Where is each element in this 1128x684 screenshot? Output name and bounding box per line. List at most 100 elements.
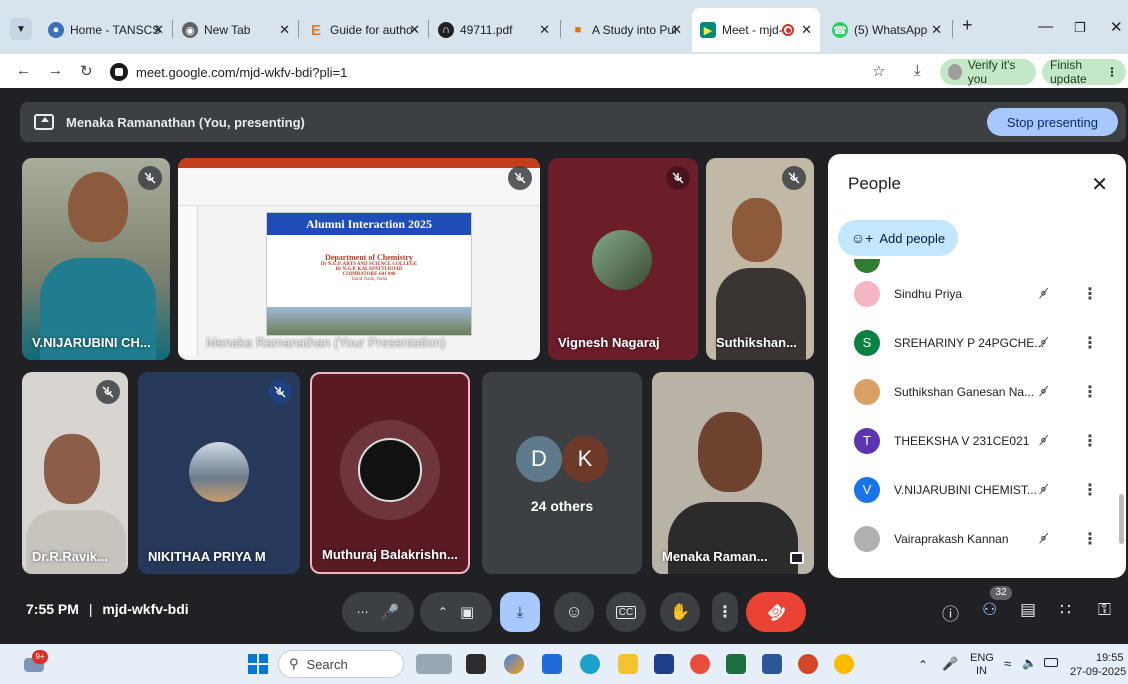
tab-pdf[interactable]: ∩ 49711.pdf ✕ bbox=[430, 8, 558, 52]
participant-tile[interactable]: Dr.R.Ravik... bbox=[22, 372, 128, 574]
close-tab-icon[interactable]: ✕ bbox=[539, 22, 550, 38]
participant-tile[interactable]: V.NIJARUBINI CH... bbox=[22, 158, 170, 360]
mic-icon[interactable]: 🎤 bbox=[381, 603, 400, 621]
list-item[interactable]: T THEEKSHA V 231CE021 ⚬̸ ⋮ bbox=[828, 416, 1126, 465]
more-options-icon[interactable]: ⋮ bbox=[1082, 284, 1098, 304]
list-item[interactable]: Suthikshan Ganesan Na... ⚬̸ ⋮ bbox=[828, 367, 1126, 416]
more-options-icon[interactable]: ⋮ bbox=[1082, 431, 1098, 451]
raise-hand-button[interactable]: ✋ bbox=[660, 592, 700, 632]
close-tab-icon[interactable]: ✕ bbox=[931, 22, 942, 38]
present-screen-button[interactable]: ⤓ bbox=[500, 592, 540, 632]
stop-presenting-button[interactable]: Stop presenting bbox=[986, 108, 1118, 136]
new-tab-button[interactable]: + bbox=[962, 15, 973, 36]
download-icon[interactable]: ⤓ bbox=[914, 62, 921, 79]
battery-icon[interactable] bbox=[1044, 658, 1058, 667]
participant-tile[interactable]: Suthikshan... bbox=[706, 158, 814, 360]
captions-button[interactable]: CC bbox=[606, 592, 646, 632]
host-controls-lock-icon[interactable]: ⚿ bbox=[1098, 600, 1111, 620]
store-icon[interactable] bbox=[542, 654, 562, 674]
powerpoint-icon[interactable] bbox=[798, 654, 818, 674]
tab-new-tab[interactable]: ◉ New Tab ✕ bbox=[174, 8, 298, 52]
people-widget-icon[interactable] bbox=[416, 654, 452, 674]
participant-tile[interactable]: NIKITHAA PRIYA M bbox=[138, 372, 300, 574]
task-view-icon[interactable] bbox=[466, 654, 486, 674]
self-view-tile[interactable]: Menaka Raman... bbox=[652, 372, 814, 574]
tray-chevron-icon[interactable]: ⌃ bbox=[918, 658, 928, 672]
close-tab-icon[interactable]: ✕ bbox=[279, 22, 290, 38]
finish-update-button[interactable]: Finish update ⋮ bbox=[1042, 58, 1126, 86]
emoji-reaction-button[interactable]: ☺ bbox=[554, 592, 594, 632]
url-field[interactable]: meet.google.com/mjd-wkfv-bdi?pli=1 bbox=[110, 58, 910, 86]
activities-grid-icon[interactable]: ∷ bbox=[1060, 600, 1071, 620]
emoji-icon: ☺ bbox=[565, 602, 583, 621]
participant-tile[interactable]: Muthuraj Balakrishn... bbox=[310, 372, 470, 574]
captions-icon: CC bbox=[615, 605, 637, 619]
wifi-icon[interactable]: ≈ bbox=[1004, 656, 1011, 671]
search-icon: ⚲ bbox=[289, 656, 299, 671]
back-icon[interactable]: ← bbox=[16, 62, 31, 79]
meeting-details-icon[interactable]: ⓘ bbox=[942, 600, 959, 625]
mic-tray-icon[interactable]: 🎤 bbox=[942, 656, 958, 672]
clock-date[interactable]: 27-09-2025 bbox=[1070, 666, 1126, 678]
list-item[interactable]: Vairaprakash Kannan ⚬̸ ⋮ bbox=[828, 514, 1126, 563]
volume-icon[interactable]: 🔈 bbox=[1022, 656, 1037, 670]
leave-call-button[interactable]: ☎ bbox=[746, 592, 806, 632]
list-item[interactable]: Sindhu Priya ⚬̸ ⋮ bbox=[828, 269, 1126, 318]
tab-study[interactable]: ■ A Study into Pul ✕ bbox=[562, 8, 690, 52]
notification-badge: 9+ bbox=[32, 650, 48, 664]
more-options-icon[interactable]: ⋮ bbox=[1082, 480, 1098, 500]
more-options-icon[interactable]: ⋮ bbox=[1082, 529, 1098, 549]
more-options-button[interactable]: ⋮ bbox=[712, 592, 738, 632]
forward-icon[interactable]: → bbox=[48, 62, 63, 79]
tab-tanscs[interactable]: ● Home - TANSCS ✕ bbox=[40, 8, 172, 52]
close-tab-icon[interactable]: ✕ bbox=[801, 22, 812, 38]
scrollbar[interactable] bbox=[1119, 494, 1124, 544]
others-tile[interactable]: D K 24 others bbox=[482, 372, 642, 574]
close-tab-icon[interactable]: ✕ bbox=[671, 22, 682, 38]
excel-icon[interactable] bbox=[726, 654, 746, 674]
tab-guide-for-authors[interactable]: E Guide for autho ✕ bbox=[300, 8, 428, 52]
url-text: meet.google.com/mjd-wkfv-bdi?pli=1 bbox=[136, 64, 348, 80]
chat-icon[interactable]: ▤ bbox=[1020, 600, 1036, 620]
verify-its-you-button[interactable]: Verify it's you bbox=[940, 58, 1036, 86]
presentation-tile[interactable]: Alumni Interaction 2025 Department of Ch… bbox=[178, 158, 540, 360]
taskbar-search-input[interactable]: ⚲ Search bbox=[278, 650, 404, 678]
close-tab-icon[interactable]: ✕ bbox=[153, 22, 164, 38]
list-item[interactable]: V V.NIJARUBINI CHEMIST... ⚬̸ ⋮ bbox=[828, 465, 1126, 514]
minimize-icon[interactable]: — bbox=[1038, 18, 1053, 35]
close-icon[interactable]: ✕ bbox=[1091, 172, 1108, 197]
chevron-up-icon[interactable]: ⌃ bbox=[438, 605, 448, 619]
bookmark-star-icon[interactable]: ☆ bbox=[872, 62, 885, 80]
chrome-taskbar-icon[interactable] bbox=[690, 654, 710, 674]
language-top[interactable]: ENG bbox=[970, 652, 994, 664]
tab-meet[interactable]: ▶ Meet - mjd- ✕ bbox=[692, 8, 820, 52]
kebab-icon: ⋮ bbox=[717, 604, 733, 621]
camera-icon[interactable]: ▣ bbox=[460, 603, 474, 621]
copilot-icon[interactable] bbox=[504, 654, 524, 674]
app-icon[interactable] bbox=[654, 654, 674, 674]
people-icon[interactable]: ⚇ bbox=[982, 600, 997, 620]
close-window-icon[interactable]: ✕ bbox=[1110, 18, 1123, 36]
chrome-profile-icon[interactable] bbox=[834, 654, 854, 674]
file-explorer-icon[interactable] bbox=[618, 654, 638, 674]
tab-list-chevron-icon[interactable]: ▼ bbox=[10, 18, 32, 40]
avatar bbox=[358, 438, 422, 502]
more-options-icon[interactable]: ⋮ bbox=[1082, 382, 1098, 402]
clock-time[interactable]: 19:55 bbox=[1096, 652, 1124, 664]
participant-tile[interactable]: Vignesh Nagaraj bbox=[548, 158, 698, 360]
word-icon[interactable] bbox=[762, 654, 782, 674]
site-info-icon[interactable] bbox=[110, 63, 128, 81]
pip-icon[interactable] bbox=[790, 552, 804, 564]
tab-whatsapp[interactable]: ☎ (5) WhatsApp ✕ bbox=[824, 8, 950, 52]
more-mic-options-icon[interactable]: ⋯ bbox=[357, 605, 369, 619]
participant-name: NIKITHAA PRIYA M bbox=[148, 549, 266, 564]
reload-icon[interactable]: ↻ bbox=[80, 62, 93, 80]
more-options-icon[interactable]: ⋮ bbox=[1082, 333, 1098, 353]
edge-icon[interactable] bbox=[580, 654, 600, 674]
restore-icon[interactable]: ❐ bbox=[1074, 20, 1086, 36]
windows-start-icon[interactable] bbox=[248, 654, 268, 674]
language-bottom[interactable]: IN bbox=[976, 665, 987, 677]
close-tab-icon[interactable]: ✕ bbox=[409, 22, 420, 38]
list-item[interactable]: S SREHARINY P 24PGCHE... ⚬̸ ⋮ bbox=[828, 318, 1126, 367]
add-people-button[interactable]: ☺+ Add people bbox=[838, 220, 958, 256]
